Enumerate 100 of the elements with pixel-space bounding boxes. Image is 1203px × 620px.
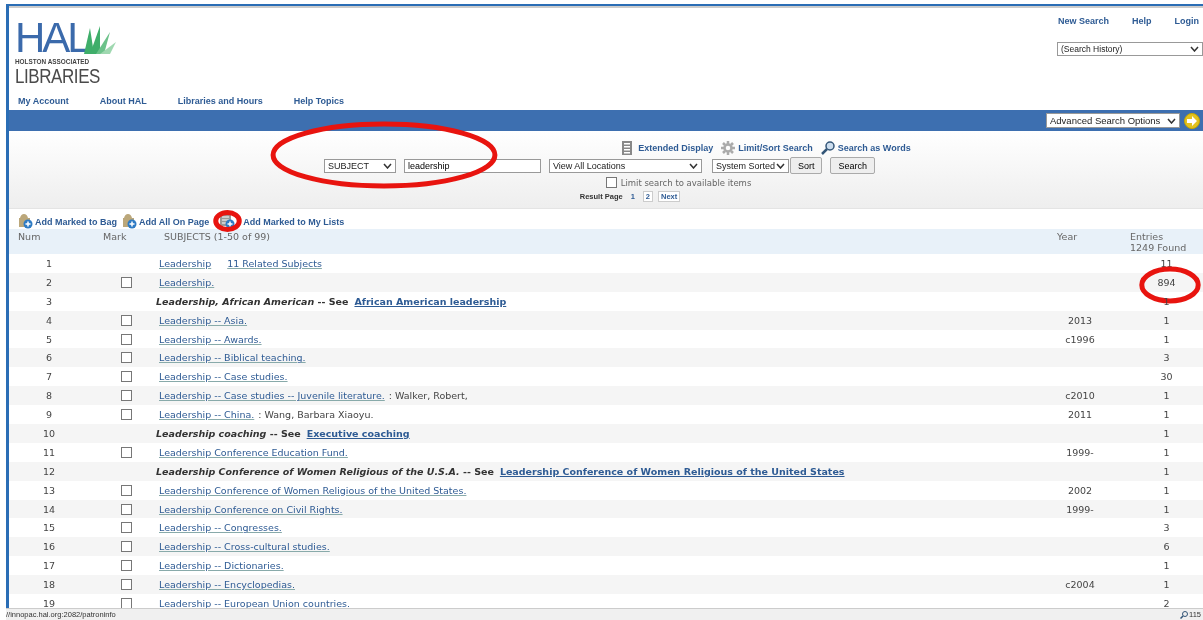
checkbox[interactable] <box>120 597 132 609</box>
search-form-button[interactable]: Search <box>830 157 875 174</box>
subject-link[interactable]: Leadership -- Biblical teaching. <box>159 352 306 364</box>
row-number: 9 <box>44 409 53 421</box>
location-dropdown[interactable]: View All Locations <box>548 158 702 173</box>
nav-link[interactable]: My Account <box>18 96 69 106</box>
subject-link[interactable]: Leadership -- European Union countries. <box>159 597 350 609</box>
toolbar-link[interactable]: Add Marked to Bag <box>18 214 117 229</box>
search-field[interactable]: leadership <box>403 158 541 173</box>
header-link[interactable]: New Search <box>1058 16 1110 26</box>
column-header: SUBJECTS (1-50 of 99) <box>163 231 272 242</box>
checkbox[interactable] <box>120 560 132 572</box>
checkbox[interactable] <box>120 522 132 534</box>
subject-link[interactable]: Leadership -- Asia. <box>159 314 248 326</box>
year-cell-text: 2013 <box>1066 314 1094 326</box>
entries-count: 894 <box>1157 276 1176 288</box>
year-cell-text: c2010 <box>1064 390 1096 402</box>
entries-count: 1 <box>1163 409 1170 421</box>
subject-link[interactable]: Leadership. <box>159 276 215 288</box>
nav-link[interactable]: Libraries and Hours <box>177 96 263 106</box>
year-cell-text: 1999- <box>1065 446 1095 458</box>
entries-count: 6 <box>1163 541 1170 553</box>
entries-count: 3 <box>1163 522 1170 534</box>
entries-count: 1 <box>1163 484 1170 496</box>
row-number: 2 <box>44 276 53 288</box>
row-number: 13 <box>41 484 57 496</box>
year-cell-text: c1996 <box>1064 333 1096 345</box>
checkbox[interactable] <box>120 333 132 345</box>
checkbox[interactable] <box>120 352 132 364</box>
row-number: 4 <box>44 314 53 326</box>
column-header: 1249 Found <box>1130 242 1188 253</box>
checkbox[interactable] <box>120 409 132 421</box>
subject-link[interactable]: Leadership -- Awards. <box>159 333 262 345</box>
checkbox[interactable] <box>605 177 617 188</box>
year-cell-text: 2002 <box>1066 484 1094 496</box>
checkbox[interactable] <box>120 276 132 288</box>
entries-count: 1 <box>1163 314 1170 326</box>
see-link[interactable]: African American leadership <box>354 295 507 307</box>
subject-link[interactable]: Leadership -- Case studies. <box>159 371 288 383</box>
see-link[interactable]: Executive coaching <box>306 427 410 439</box>
header-link[interactable]: Help <box>1132 16 1152 26</box>
checkbox[interactable] <box>120 503 132 515</box>
subject-heading: Leadership coaching -- See <box>156 427 301 439</box>
toolbar-link[interactable]: Add All On Page <box>122 214 210 229</box>
search-form-button[interactable]: Sort <box>789 157 823 174</box>
list-add-icon <box>220 214 236 229</box>
advanced-search-dropdown[interactable]: Advanced Search Options <box>1046 113 1180 128</box>
sort-dropdown[interactable]: System Sorted <box>711 158 789 173</box>
related-subjects-link[interactable]: 11 Related Subjects <box>227 257 322 269</box>
subject-link[interactable]: Leadership -- Cross-cultural studies. <box>159 541 330 553</box>
checkbox[interactable] <box>120 579 132 591</box>
search-option-link[interactable]: Extended Display <box>621 141 714 155</box>
checkbox[interactable] <box>120 314 132 326</box>
row-number: 7 <box>44 371 53 383</box>
author-text: : Walker, Robert, <box>388 390 468 402</box>
arrow-icon <box>1186 114 1198 127</box>
search-index-dropdown[interactable]: SUBJECT <box>323 158 396 173</box>
subject-link[interactable]: Leadership -- Case studies -- Juvenile literature. <box>159 390 385 402</box>
checkbox[interactable] <box>120 446 132 458</box>
entries-count: 1 <box>1163 560 1170 572</box>
column-header: Num <box>17 231 42 242</box>
toolbar-link[interactable]: Add Marked to My Lists <box>220 214 345 229</box>
entries-count: 11 <box>1160 257 1173 269</box>
entries-count: 30 <box>1160 371 1173 383</box>
bag-add-icon <box>18 214 33 229</box>
column-header: Entries <box>1130 231 1165 242</box>
year-cell-text: 2011 <box>1066 409 1094 421</box>
see-link[interactable]: Leadership Conference of Women Religious of the United States <box>499 465 845 477</box>
checkbox[interactable] <box>120 390 132 402</box>
subject-link[interactable]: Leadership Conference on Civil Rights. <box>159 503 343 515</box>
subject-link[interactable]: Leadership -- Encyclopedias. <box>159 579 295 591</box>
row-number: 5 <box>44 333 53 345</box>
column-header: Mark <box>102 231 128 242</box>
bag-add-icon <box>122 214 137 229</box>
entries-count: 1 <box>1163 295 1170 307</box>
search-option-link[interactable]: Limit/Sort Search <box>721 141 813 155</box>
entries-count: 3 <box>1163 352 1170 364</box>
nav-link[interactable]: About HAL <box>99 96 147 106</box>
subject-link[interactable]: Leadership -- Congresses. <box>159 522 282 534</box>
subject-link[interactable]: Leadership Conference of Women Religious of the United States. <box>159 484 467 496</box>
subject-link[interactable]: Leadership <box>159 257 212 269</box>
checkbox[interactable] <box>120 541 132 553</box>
subject-heading: Leadership Conference of Women Religious of the U.S.A. -- See <box>156 465 494 477</box>
search-history-dropdown[interactable]: (Search History) <box>1057 42 1203 56</box>
go-button[interactable] <box>1184 112 1200 129</box>
search-option-link[interactable]: Search as Words <box>820 141 911 155</box>
subject-link[interactable]: Leadership -- China. <box>159 409 255 421</box>
subject-heading: Leadership, African American -- See <box>156 295 349 307</box>
subject-link[interactable]: Leadership -- Dictionaries. <box>159 560 284 572</box>
checkbox[interactable] <box>120 371 132 383</box>
year-cell-text: 1999- <box>1065 503 1095 515</box>
caret-icon <box>1167 117 1176 124</box>
row-number: 10 <box>41 427 57 439</box>
header-link[interactable]: Login <box>1174 16 1199 26</box>
subject-link[interactable]: Leadership Conference Education Fund. <box>159 446 348 458</box>
row-number: 14 <box>41 503 57 515</box>
year-cell-text: c2004 <box>1064 579 1096 591</box>
checkbox[interactable] <box>120 484 132 496</box>
row-number: 6 <box>44 352 53 364</box>
nav-link[interactable]: Help Topics <box>293 96 345 106</box>
